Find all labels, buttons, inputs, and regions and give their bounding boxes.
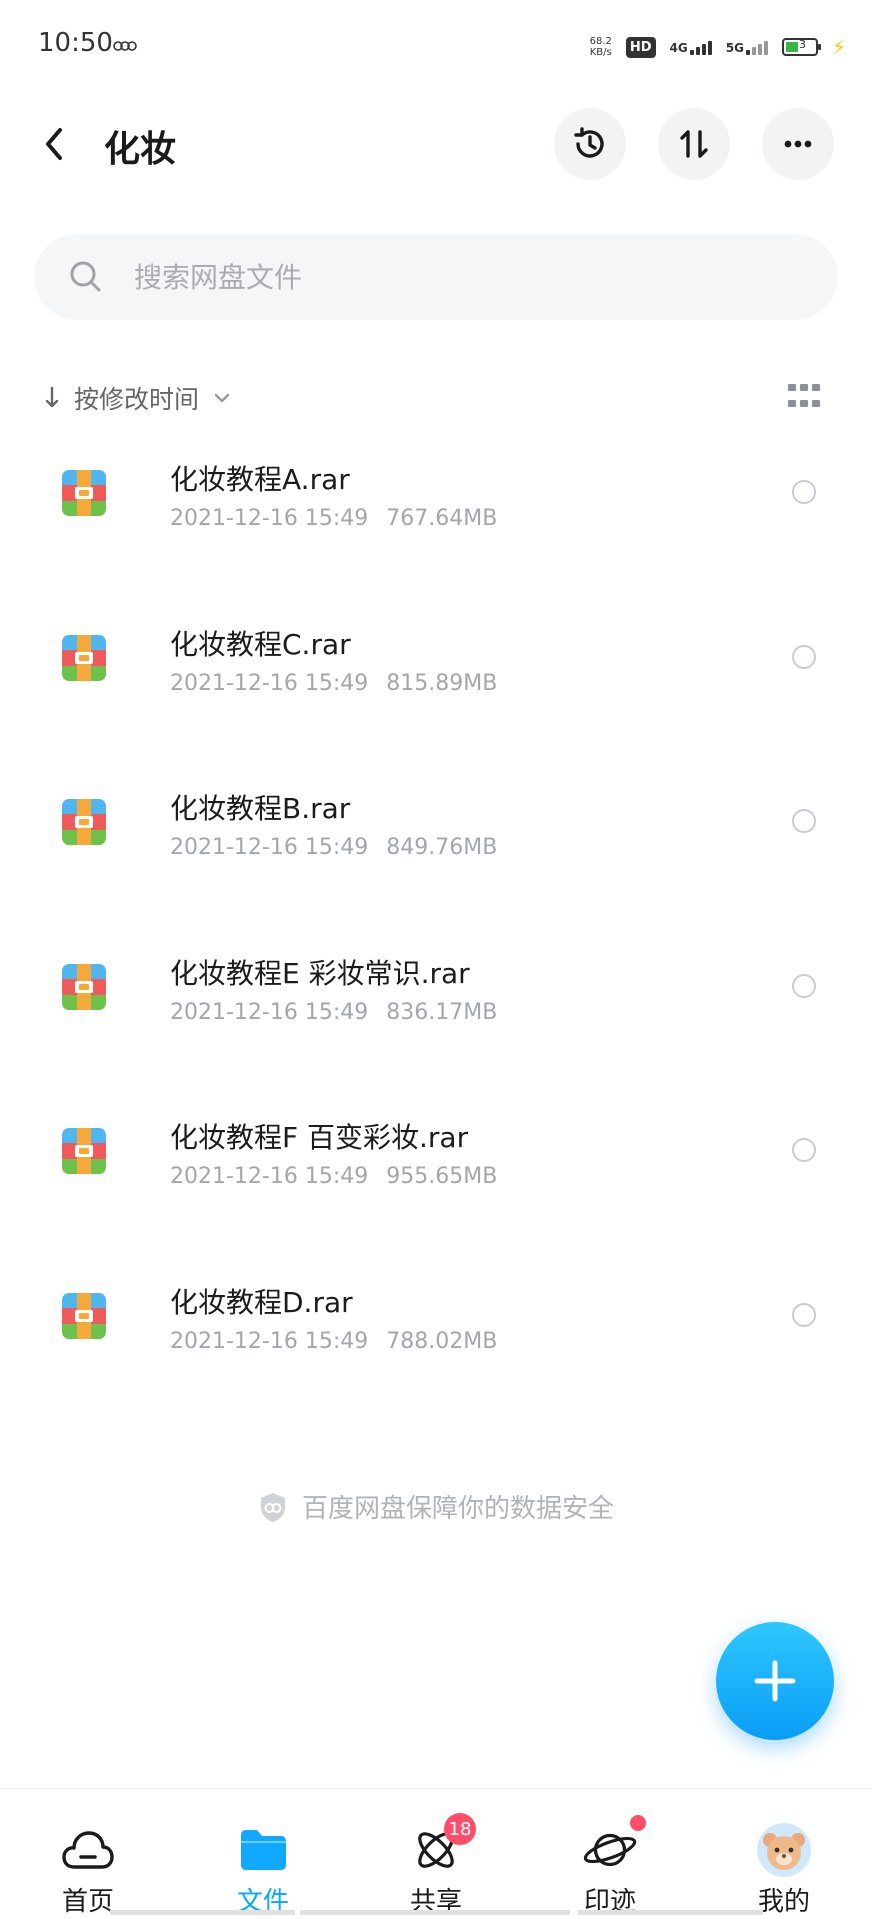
more-button[interactable]	[762, 108, 834, 180]
back-button[interactable]	[40, 124, 68, 164]
file-meta: 2021-12-16 15:49 849.76MB	[170, 835, 497, 860]
nav-share[interactable]: 18 共享	[361, 1789, 511, 1919]
select-checkbox[interactable]	[792, 973, 816, 998]
plus-icon	[754, 1660, 796, 1702]
gesture-bar	[110, 1910, 295, 1915]
archive-file-icon	[62, 634, 106, 681]
file-size: 955.65MB	[386, 1164, 498, 1189]
search-bar[interactable]	[34, 234, 838, 320]
arrow-down-icon	[45, 386, 59, 408]
history-button[interactable]	[554, 108, 626, 180]
network-speed: 68.2 KB/s	[589, 36, 612, 58]
nav-files[interactable]: 文件	[188, 1789, 338, 1919]
nav-home[interactable]: 首页	[13, 1789, 163, 1919]
file-name: 化妆教程C.rar	[170, 627, 351, 661]
security-note: 百度网盘保障你的数据安全	[0, 1488, 872, 1525]
archive-file-icon	[62, 1128, 106, 1174]
history-icon	[574, 127, 604, 158]
file-date: 2021-12-16 15:49	[170, 1328, 369, 1354]
file-row[interactable]: 化妆教程F 百变彩妆.rar 2021-12-16 15:49 955.65MB	[0, 1082, 872, 1247]
archive-file-icon	[62, 470, 106, 516]
file-meta: 2021-12-16 15:49 788.02MB	[170, 1329, 497, 1354]
avatar	[756, 1823, 812, 1877]
select-checkbox[interactable]	[792, 644, 816, 669]
select-checkbox[interactable]	[792, 1138, 816, 1162]
file-row[interactable]: 化妆教程D.rar 2021-12-16 15:49 788.02MB	[0, 1247, 872, 1412]
charging-icon: ⚡	[831, 35, 846, 59]
cloud-icon	[60, 1825, 116, 1875]
hd-badge: HD	[625, 36, 656, 58]
file-date: 2021-12-16 15:49	[170, 1164, 369, 1189]
nav-footprints[interactable]: 印迹	[535, 1789, 685, 1919]
notification-badge: 18	[444, 1813, 476, 1845]
search-input[interactable]	[132, 259, 736, 295]
select-checkbox[interactable]	[792, 1302, 816, 1327]
signal-sim1-icon: 4G	[670, 39, 712, 55]
grid-view-icon[interactable]	[788, 384, 820, 412]
file-name: 化妆教程D.rar	[170, 1285, 353, 1319]
shield-icon	[260, 1492, 285, 1522]
select-checkbox[interactable]	[792, 809, 816, 833]
archive-file-icon	[62, 799, 106, 845]
file-name: 化妆教程B.rar	[170, 792, 351, 825]
file-size: 836.17MB	[386, 999, 498, 1025]
chevron-down-icon	[214, 393, 230, 403]
file-date: 2021-12-16 15:49	[170, 999, 369, 1025]
file-name: 化妆教程A.rar	[170, 463, 350, 496]
file-row[interactable]: 化妆教程E 彩妆常识.rar 2021-12-16 15:49 836.17MB	[0, 918, 872, 1083]
page-title: 化妆	[104, 129, 177, 170]
planet-icon	[582, 1815, 646, 1875]
file-size: 849.76MB	[386, 835, 498, 860]
select-checkbox[interactable]	[792, 480, 816, 504]
archive-file-icon	[62, 1292, 106, 1339]
gesture-bar	[578, 1910, 763, 1915]
folder-icon	[235, 1825, 291, 1875]
file-row[interactable]: 化妆教程B.rar 2021-12-16 15:49 849.76MB	[0, 753, 872, 918]
file-row[interactable]: 化妆教程C.rar 2021-12-16 15:49 815.89MB	[0, 589, 872, 754]
file-date: 2021-12-16 15:49	[170, 835, 369, 860]
sort-label: 按修改时间	[74, 385, 200, 414]
status-time: 10:50	[38, 28, 113, 58]
file-name: 化妆教程E 彩妆常识.rar	[170, 956, 470, 990]
file-name: 化妆教程F 百变彩妆.rar	[170, 1121, 469, 1154]
file-size: 788.02MB	[386, 1328, 498, 1354]
status-app-icon	[112, 38, 138, 58]
file-meta: 2021-12-16 15:49 767.64MB	[170, 506, 497, 531]
file-size: 767.64MB	[386, 506, 498, 531]
file-list: 化妆教程A.rar 2021-12-16 15:49 767.64MB 化妆教程C…	[0, 424, 872, 1411]
file-meta: 2021-12-16 15:49 955.65MB	[170, 1164, 497, 1189]
sort-arrows-icon	[680, 130, 708, 158]
file-date: 2021-12-16 15:49	[170, 670, 369, 696]
atom-icon: 18	[408, 1813, 476, 1875]
archive-file-icon	[62, 963, 106, 1010]
file-date: 2021-12-16 15:49	[170, 506, 369, 531]
status-indicators: 68.2 KB/s HD 4G 5G 3 ⚡	[590, 30, 846, 64]
file-meta: 2021-12-16 15:49 836.17MB	[170, 1000, 497, 1025]
file-row[interactable]: 化妆教程A.rar 2021-12-16 15:49 767.64MB	[0, 424, 872, 589]
sort-button[interactable]	[658, 108, 730, 180]
bottom-nav: 首页 文件 18 共享 印迹 我的	[0, 1788, 872, 1919]
file-meta: 2021-12-16 15:49 815.89MB	[170, 671, 497, 696]
more-icon	[784, 140, 812, 148]
sort-selector[interactable]: 按修改时间	[44, 380, 231, 416]
gesture-bar	[300, 1910, 570, 1915]
back-arrow-icon	[46, 128, 62, 160]
notification-dot	[630, 1815, 646, 1831]
signal-sim2-icon: 5G	[726, 39, 768, 55]
file-size: 815.89MB	[386, 670, 498, 696]
search-icon	[70, 261, 101, 292]
nav-me[interactable]: 我的	[709, 1789, 859, 1919]
battery-icon: 3	[781, 38, 821, 56]
add-button[interactable]	[716, 1622, 834, 1740]
